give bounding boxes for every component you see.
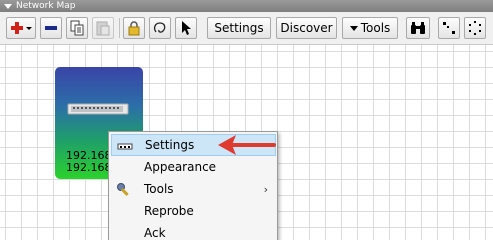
switch-device-icon	[67, 103, 129, 115]
settings-button[interactable]: Settings	[207, 17, 271, 39]
menu-item-appearance[interactable]: Appearance	[111, 156, 276, 178]
wrench-icon	[117, 183, 129, 196]
minus-icon	[45, 26, 57, 30]
window-titlebar: Network Map	[0, 0, 493, 12]
pointer-button[interactable]	[175, 17, 197, 39]
diagonal-dots-icon	[443, 22, 455, 34]
plus-icon	[11, 22, 32, 34]
discover-button[interactable]: Discover	[276, 17, 337, 39]
tools-dropdown-button[interactable]: Tools	[342, 17, 398, 39]
fit-view-button[interactable]	[464, 17, 486, 39]
copy-icon	[70, 20, 84, 36]
find-button[interactable]	[406, 17, 430, 39]
menu-item-label: Reprobe	[144, 204, 194, 218]
lasso-button[interactable]	[149, 17, 171, 39]
toolbar-separator	[119, 18, 120, 38]
submenu-arrow-icon: ›	[263, 182, 268, 196]
menu-item-label: Ack	[144, 226, 166, 240]
menu-item-reprobe[interactable]: Reprobe	[111, 200, 276, 222]
window-title: Network Map	[16, 1, 76, 11]
menu-item-label: Tools	[144, 182, 174, 196]
ring-dots-icon	[469, 21, 481, 35]
paste-icon	[96, 21, 110, 36]
dots-icon	[117, 143, 133, 150]
binoculars-icon	[411, 22, 425, 34]
add-button[interactable]	[6, 17, 36, 39]
dropdown-arrow-icon	[349, 25, 358, 31]
menu-item-label: Settings	[145, 138, 195, 152]
collapse-triangle-icon[interactable]	[4, 3, 12, 9]
lock-icon	[128, 21, 140, 36]
cursor-icon	[182, 21, 191, 35]
remove-button[interactable]	[40, 17, 62, 39]
copy-button[interactable]	[66, 17, 88, 39]
device-ip-line-2: 192.168	[66, 161, 112, 174]
menu-item-label: Appearance	[144, 160, 217, 174]
toolbar: Settings Discover Tools	[0, 12, 493, 45]
lasso-icon	[153, 22, 166, 33]
lock-button[interactable]	[123, 17, 145, 39]
paste-button[interactable]	[92, 17, 114, 39]
menu-item-ack[interactable]: Ack	[111, 222, 276, 240]
menu-item-tools[interactable]: Tools ›	[111, 178, 276, 200]
tools-label: Tools	[360, 21, 391, 35]
diagonal-zoom-button[interactable]	[438, 17, 460, 39]
annotation-arrow-icon	[218, 135, 276, 155]
